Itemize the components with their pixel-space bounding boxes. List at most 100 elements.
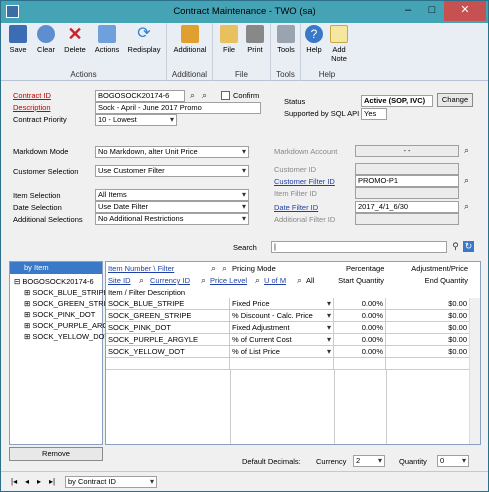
u-of-m-header[interactable]: U of M xyxy=(264,275,286,286)
maximize-button[interactable]: □ xyxy=(420,1,444,21)
customer-filter-id-field[interactable]: PROMO-P1 xyxy=(355,175,459,187)
tree-item-blue-stripe[interactable]: ⊞ SOCK_BLUE_STRIPE xyxy=(24,288,109,297)
redisplay-button[interactable]: ⟳ Redisplay xyxy=(125,25,163,54)
item-cell[interactable]: SOCK_PURPLE_ARGYLE xyxy=(106,334,230,346)
remove-button[interactable]: Remove xyxy=(9,447,103,461)
date-filter-lookup-icon[interactable]: ⌕ xyxy=(461,201,472,212)
column-divider xyxy=(386,370,387,444)
item-number-header[interactable]: Item Number \ Filter xyxy=(108,263,174,274)
binoculars-icon[interactable]: ⚲ xyxy=(450,241,461,252)
amount-cell[interactable]: $0.00 xyxy=(386,310,469,322)
table-row[interactable]: SOCK_BLUE_STRIPE Fixed Price 0.00% $0.00 xyxy=(106,298,469,310)
pricing-mode-cell[interactable] xyxy=(230,358,334,370)
browse-icon[interactable]: ⌕ xyxy=(199,90,210,101)
close-button[interactable]: ✕ xyxy=(444,1,486,21)
item-cell[interactable] xyxy=(106,358,230,370)
amount-cell[interactable]: $0.00 xyxy=(386,346,469,358)
table-row-empty[interactable] xyxy=(106,358,469,370)
folder-icon xyxy=(220,25,238,43)
first-record-button[interactable]: |◂ xyxy=(11,477,17,486)
percentage-cell[interactable]: 0.00% xyxy=(334,310,386,322)
file-button[interactable]: File xyxy=(217,25,241,54)
item-cell[interactable]: SOCK_GREEN_STRIPE xyxy=(106,310,230,322)
customer-filter-id-label[interactable]: Customer Filter ID xyxy=(274,177,335,186)
tree-item-yellow-dot[interactable]: ⊞ SOCK_YELLOW_DOT xyxy=(24,332,109,341)
clear-button[interactable]: Clear xyxy=(33,25,59,54)
amount-cell[interactable]: $0.00 xyxy=(386,322,469,334)
percentage-cell[interactable]: 0.00% xyxy=(334,346,386,358)
pricing-mode-cell[interactable]: Fixed Price xyxy=(230,298,334,310)
customer-id-label: Customer ID xyxy=(274,165,317,174)
next-record-button[interactable]: ▸ xyxy=(37,477,41,486)
table-row[interactable]: SOCK_PURPLE_ARGYLE % of Current Cost 0.0… xyxy=(106,334,469,346)
pricing-mode-cell[interactable]: Fixed Adjustment xyxy=(230,322,334,334)
pricing-mode-cell[interactable]: % of List Price xyxy=(230,346,334,358)
date-selection-select[interactable]: Use Date Filter xyxy=(95,201,249,213)
site-id-header[interactable]: Site ID xyxy=(108,275,131,286)
pricing-mode-cell[interactable]: % Discount - Calc. Price xyxy=(230,310,334,322)
refresh-icon[interactable]: ↻ xyxy=(463,241,474,252)
search-input[interactable]: | xyxy=(271,241,447,253)
additional-button[interactable]: Additional xyxy=(170,25,210,54)
pricing-mode-header: Pricing Mode xyxy=(232,264,276,273)
navigation-bar: |◂ ◂ ▸ ▸| by Contract ID xyxy=(1,471,488,491)
date-filter-id-label[interactable]: Date Filter ID xyxy=(274,203,318,212)
tree-item-green-stripe[interactable]: ⊞ SOCK_GREEN_STRIPE xyxy=(24,299,116,308)
help-icon: ? xyxy=(305,25,323,43)
currency-id-header[interactable]: Currency ID xyxy=(150,275,190,286)
price-level-lookup-icon[interactable]: ⌕ xyxy=(198,275,209,286)
table-row[interactable]: SOCK_PINK_DOT Fixed Adjustment 0.00% $0.… xyxy=(106,322,469,334)
add-note-button[interactable]: Add Note xyxy=(326,25,352,63)
contract-id-field[interactable]: BOGOSOCK20174-6 xyxy=(95,90,185,102)
tree-header[interactable]: by Item xyxy=(10,262,102,274)
site-lookup-icon[interactable]: ⌕ xyxy=(136,275,147,286)
customer-filter-lookup-icon[interactable]: ⌕ xyxy=(461,175,472,186)
tools-button[interactable]: Tools xyxy=(273,25,299,54)
delete-button[interactable]: ✕ Delete xyxy=(61,25,89,54)
actions-button[interactable]: Actions xyxy=(91,25,123,54)
amount-cell[interactable]: $0.00 xyxy=(386,298,469,310)
sort-by-select[interactable]: by Contract ID xyxy=(65,476,157,488)
tree-root[interactable]: ⊟ BOGOSOCK20174-6 xyxy=(14,277,94,286)
percentage-cell[interactable] xyxy=(334,358,386,370)
help-group: ? Help Add Note Help xyxy=(301,23,353,81)
date-filter-id-field[interactable]: 2017_4/1_6/30 xyxy=(355,201,459,213)
customer-selection-select[interactable]: Use Customer Filter xyxy=(95,165,249,177)
lookup-icon[interactable]: ⌕ xyxy=(187,90,198,101)
description-field[interactable]: Sock - April - June 2017 Promo xyxy=(95,102,261,114)
save-button[interactable]: Save xyxy=(5,25,31,54)
item-lookup-icon[interactable]: ⌕ xyxy=(208,263,219,274)
supported-label: Supported by SQL API xyxy=(284,109,360,118)
quantity-decimals-select[interactable]: 0 xyxy=(437,455,469,467)
grid-scrollbar[interactable] xyxy=(469,298,480,444)
change-button[interactable]: Change xyxy=(437,93,473,107)
uofm-lookup-icon[interactable]: ⌕ xyxy=(252,275,263,286)
amount-cell[interactable]: $0.00 xyxy=(386,334,469,346)
price-level-header[interactable]: Price Level xyxy=(210,275,247,286)
additional-selections-select[interactable]: No Additional Restrictions xyxy=(95,213,249,225)
item-selection-label: Item Selection xyxy=(13,191,61,200)
percentage-cell[interactable]: 0.00% xyxy=(334,322,386,334)
contract-id-label[interactable]: Contract ID xyxy=(13,91,51,100)
item-cell[interactable]: SOCK_BLUE_STRIPE xyxy=(106,298,230,310)
priority-select[interactable]: 10 - Lowest xyxy=(95,114,177,126)
item-cell[interactable]: SOCK_PINK_DOT xyxy=(106,322,230,334)
currency-decimals-select[interactable]: 2 xyxy=(353,455,385,467)
previous-record-button[interactable]: ◂ xyxy=(25,477,29,486)
percentage-cell[interactable]: 0.00% xyxy=(334,298,386,310)
table-row[interactable]: SOCK_YELLOW_DOT % of List Price 0.00% $0… xyxy=(106,346,469,358)
all-lookup-icon[interactable]: ⌕ xyxy=(294,275,305,286)
print-button[interactable]: Print xyxy=(243,25,267,54)
pricing-mode-cell[interactable]: % of Current Cost xyxy=(230,334,334,346)
item-selection-select[interactable]: All Items xyxy=(95,189,249,201)
percentage-cell[interactable]: 0.00% xyxy=(334,334,386,346)
item-browse-icon[interactable]: ⌕ xyxy=(219,263,230,274)
help-button[interactable]: ? Help xyxy=(303,25,325,54)
minimize-button[interactable]: – xyxy=(396,1,420,21)
markdown-mode-select[interactable]: No Markdown, alter Unit Price xyxy=(95,146,249,158)
last-record-button[interactable]: ▸| xyxy=(49,477,55,486)
confirm-checkbox[interactable] xyxy=(221,91,230,100)
item-cell[interactable]: SOCK_YELLOW_DOT xyxy=(106,346,230,358)
tree-item-pink-dot[interactable]: ⊞ SOCK_PINK_DOT xyxy=(24,310,95,319)
table-row[interactable]: SOCK_GREEN_STRIPE % Discount - Calc. Pri… xyxy=(106,310,469,322)
